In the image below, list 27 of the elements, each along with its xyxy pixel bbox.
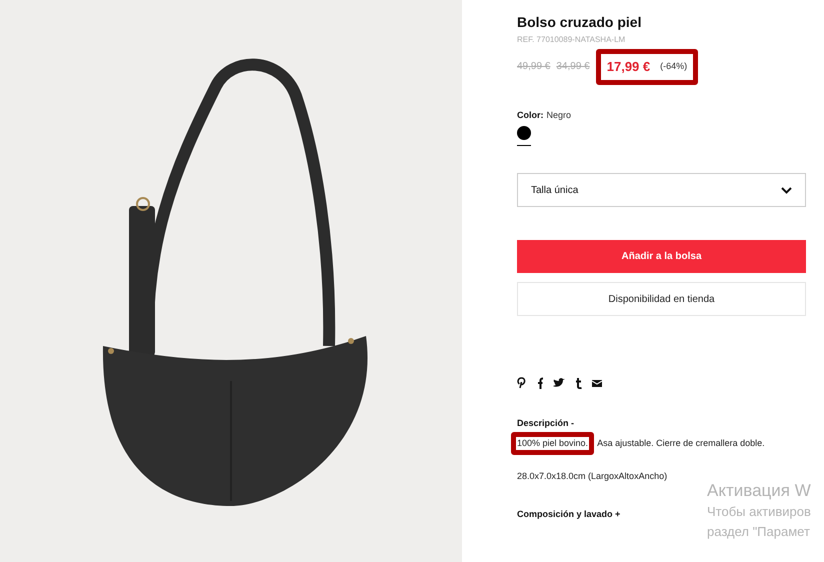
color-label: Color: [517, 108, 544, 122]
tumblr-icon[interactable] [575, 378, 582, 388]
highlighted-text: 100% piel bovino. [511, 432, 594, 455]
activation-title: Активация W [707, 480, 811, 502]
description-heading: Descripción - [517, 417, 576, 430]
size-select[interactable]: Talla única [517, 173, 806, 207]
chevron-down-icon [781, 186, 792, 194]
dimensions-text: 28.0x7.0x18.0cm (LargoxAltoxAncho) [517, 470, 668, 483]
composition-toggle[interactable]: Composición y lavado + [517, 508, 620, 521]
pinterest-icon[interactable] [517, 377, 526, 389]
add-to-bag-button[interactable]: Añadir a la bolsa [517, 240, 806, 273]
activation-text: Чтобы активиров [707, 503, 811, 521]
color-name: Negro [546, 108, 572, 122]
activation-text: раздел "Парамет [707, 523, 811, 541]
old-price: 34,99 € [556, 60, 590, 74]
facebook-icon[interactable] [536, 377, 543, 389]
size-value: Talla única [531, 184, 578, 198]
email-icon[interactable] [592, 380, 602, 386]
store-availability-button[interactable]: Disponibilidad en tienda [517, 282, 806, 316]
sale-price: 17,99 € [606, 58, 650, 76]
twitter-icon[interactable] [553, 378, 565, 388]
product-title: Bolso cruzado piel [517, 13, 642, 32]
old-price: 49,99 € [517, 60, 550, 74]
color-swatch[interactable] [517, 126, 531, 146]
description-text: Asa ajustable. Cierre de cremallera doble. [597, 436, 765, 450]
reference-code: REF. 77010089-NATASHA-LM [517, 34, 626, 46]
discount-label: (-64%) [660, 60, 688, 73]
